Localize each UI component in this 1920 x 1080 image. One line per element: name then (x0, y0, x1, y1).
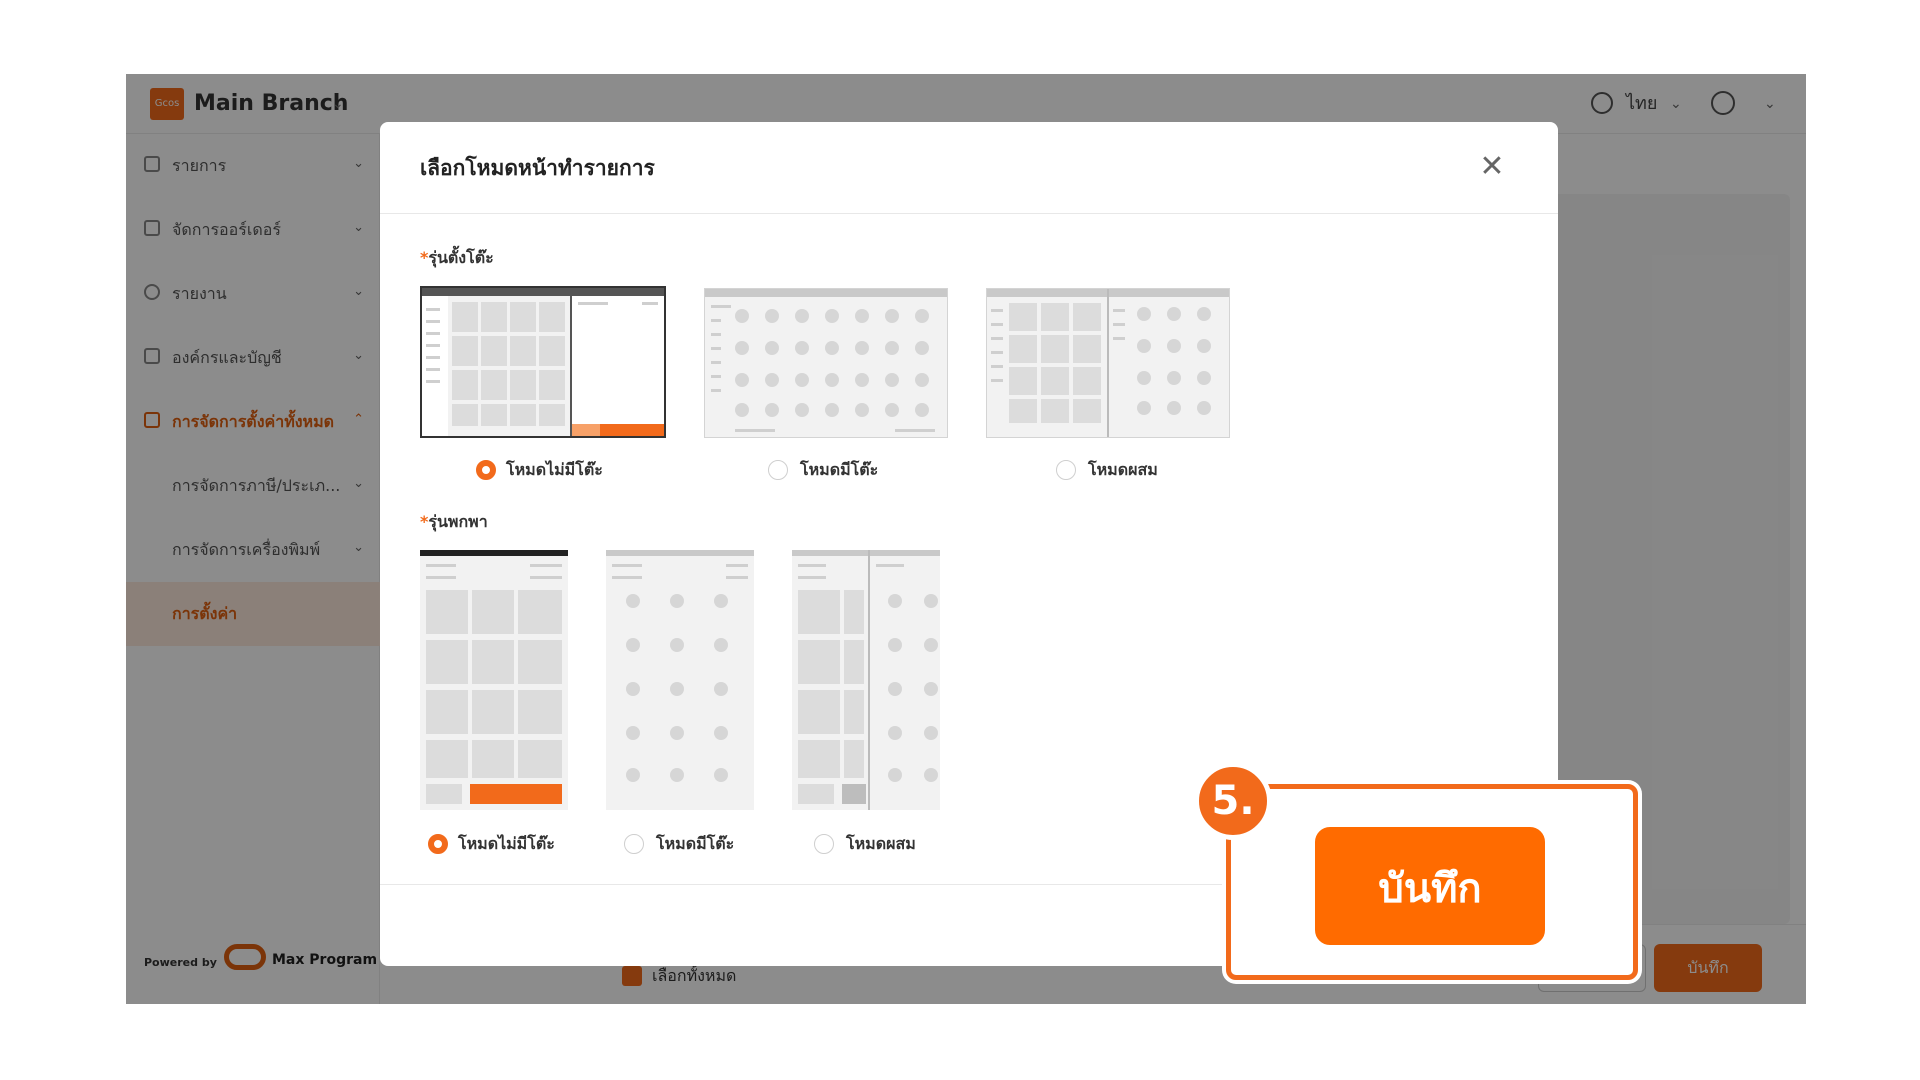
save-button[interactable]: บันทึก (1312, 824, 1548, 948)
radio-dine-in-no-table[interactable] (476, 460, 496, 480)
radio-label: โหมดไม่มีโต๊ะ (458, 834, 555, 853)
thumb-portable-mixed[interactable] (792, 550, 940, 810)
radio-label: โหมดผสม (1088, 460, 1158, 479)
radio-label: โหมดผสม (846, 834, 916, 853)
step-badge: 5. (1194, 762, 1272, 840)
radio-portable-mixed[interactable] (814, 834, 834, 854)
radio-dine-in-mixed[interactable] (1056, 460, 1076, 480)
thumb-dine-in-no-table[interactable] (420, 286, 666, 438)
radio-dine-in-with-table[interactable] (768, 460, 788, 480)
radio-portable-with-table[interactable] (624, 834, 644, 854)
radio-label: โหมดมีโต๊ะ (656, 834, 735, 853)
section-label-text: รุ่นตั้งโต๊ะ (428, 248, 494, 267)
modal-header: เลือกโหมดหน้าทำรายการ ✕ (380, 122, 1558, 214)
section-label-dine-in: *รุ่นตั้งโต๊ะ (420, 246, 494, 271)
radio-label: โหมดไม่มีโต๊ะ (506, 460, 603, 479)
thumb-portable-no-table[interactable] (420, 550, 568, 810)
section-label-portable: *รุ่นพกพา (420, 510, 488, 535)
radio-portable-no-table[interactable] (428, 834, 448, 854)
section-label-text: รุ่นพกพา (428, 512, 488, 531)
radio-label: โหมดมีโต๊ะ (800, 460, 879, 479)
thumb-dine-in-with-table[interactable] (704, 288, 948, 438)
modal-title: เลือกโหมดหน้าทำรายการ (420, 156, 655, 180)
thumb-dine-in-mixed[interactable] (986, 288, 1230, 438)
thumb-portable-with-table[interactable] (606, 550, 754, 810)
close-icon[interactable]: ✕ (1475, 150, 1509, 184)
